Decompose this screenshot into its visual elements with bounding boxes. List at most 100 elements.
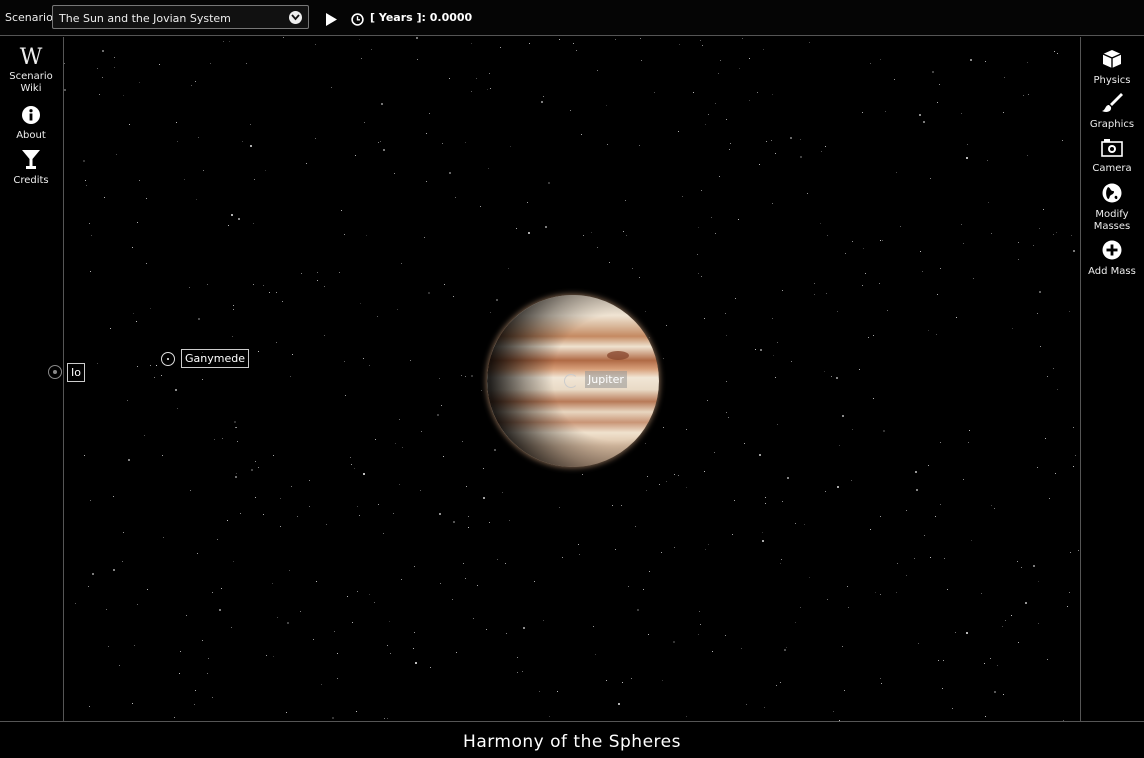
star [360,303,361,304]
star [557,691,558,692]
star [576,50,577,51]
graphics-button[interactable]: Graphics [1081,93,1143,131]
star [795,523,796,524]
star [647,476,648,477]
star [292,354,293,355]
star [744,443,745,444]
scenario-wiki-button[interactable]: W Scenario Wiki [0,47,62,95]
star [625,200,626,201]
jupiter-label[interactable]: Jupiter [585,371,627,388]
ganymede-label[interactable]: Ganymede [181,349,249,368]
star [947,589,948,590]
star [728,417,729,418]
star [615,39,616,40]
star [1047,376,1048,377]
star [272,583,273,584]
star [516,228,517,229]
star [375,439,376,440]
star [102,50,104,52]
star [961,113,962,114]
physics-button[interactable]: Physics [1081,49,1143,87]
star [250,124,251,125]
star [994,508,995,509]
star [678,131,679,132]
star [380,141,381,142]
star [154,377,155,378]
physics-label: Physics [1093,75,1131,86]
star [686,429,687,430]
credits-button[interactable]: Credits [0,150,62,187]
star [122,561,123,562]
star [359,39,360,40]
star [86,185,87,186]
star [473,618,474,619]
star [509,520,510,521]
star [759,454,761,456]
star [700,624,701,625]
star [156,365,157,366]
star [705,549,706,550]
modify-masses-button[interactable]: Modify Masses [1081,183,1143,233]
star [276,292,277,293]
star [990,658,991,659]
star [1012,328,1013,329]
star [631,678,632,679]
star [306,163,307,164]
credits-label: Credits [13,175,49,186]
star [236,473,237,474]
star [820,223,821,224]
star [177,141,178,142]
about-button[interactable]: About [0,106,62,142]
star [490,312,491,313]
star [966,157,968,159]
io-label[interactable]: Io [67,363,85,382]
star [985,716,986,717]
star [579,554,580,555]
camera-button[interactable]: Camera [1081,139,1143,175]
star [1057,389,1058,390]
star [277,617,278,618]
star [939,84,940,85]
star [1043,209,1044,210]
star [1023,95,1024,96]
star [534,581,535,582]
star [967,144,968,145]
io-marker[interactable] [48,365,62,379]
star [301,273,302,274]
star [719,176,720,177]
star [223,41,224,42]
star [64,63,65,64]
star [928,465,929,466]
jupiter-marker[interactable] [564,374,578,388]
star [940,268,941,269]
star [162,455,163,456]
star [749,58,750,59]
star [214,439,215,440]
star [468,527,469,528]
star [132,247,133,248]
star [693,92,694,93]
star [449,78,450,79]
star [465,376,466,377]
star [897,563,898,564]
star [643,589,644,590]
star [517,657,518,658]
add-mass-button[interactable]: Add Mass [1081,240,1143,278]
star [332,717,334,719]
star [374,602,375,603]
star [698,227,699,228]
star [494,449,496,451]
star [300,611,301,612]
star [416,37,418,39]
scenario-select[interactable]: The Sun and the Jovian System [52,5,309,29]
ganymede-marker[interactable] [161,352,175,366]
star [698,634,699,635]
star [922,271,923,272]
play-icon[interactable] [325,11,337,30]
star [442,143,443,144]
star [238,218,240,220]
star [971,540,972,541]
star [726,335,727,336]
star [674,547,675,548]
star [210,63,211,64]
